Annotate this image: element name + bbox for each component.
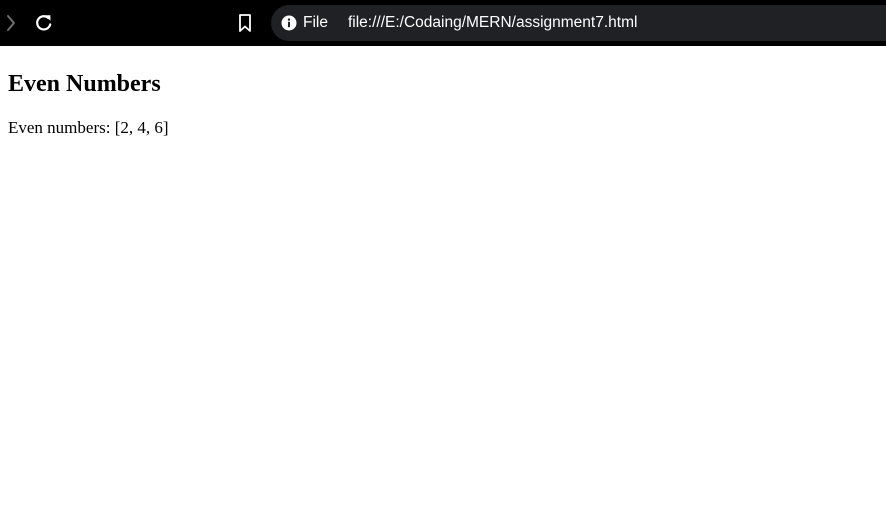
- page-content: Even Numbers Even numbers: [2, 4, 6]: [0, 70, 886, 138]
- chevron-right-icon: [7, 15, 15, 31]
- reload-icon: [36, 15, 52, 31]
- bookmark-icon: [239, 14, 251, 32]
- result-text: Even numbers: [2, 4, 6]: [8, 118, 169, 137]
- site-info-button[interactable]: File: [281, 10, 338, 36]
- reload-button[interactable]: [30, 9, 58, 37]
- info-icon: [281, 15, 297, 31]
- address-bar[interactable]: File file:///E:/Codaing/MERN/assignment7…: [271, 5, 886, 41]
- scheme-chip: File: [303, 14, 328, 31]
- forward-button[interactable]: [0, 10, 22, 36]
- url-text[interactable]: file:///E:/Codaing/MERN/assignment7.html: [348, 14, 637, 32]
- browser-toolbar: File file:///E:/Codaing/MERN/assignment7…: [0, 0, 886, 46]
- bookmark-button[interactable]: [233, 10, 257, 36]
- page-heading: Even Numbers: [8, 71, 161, 97]
